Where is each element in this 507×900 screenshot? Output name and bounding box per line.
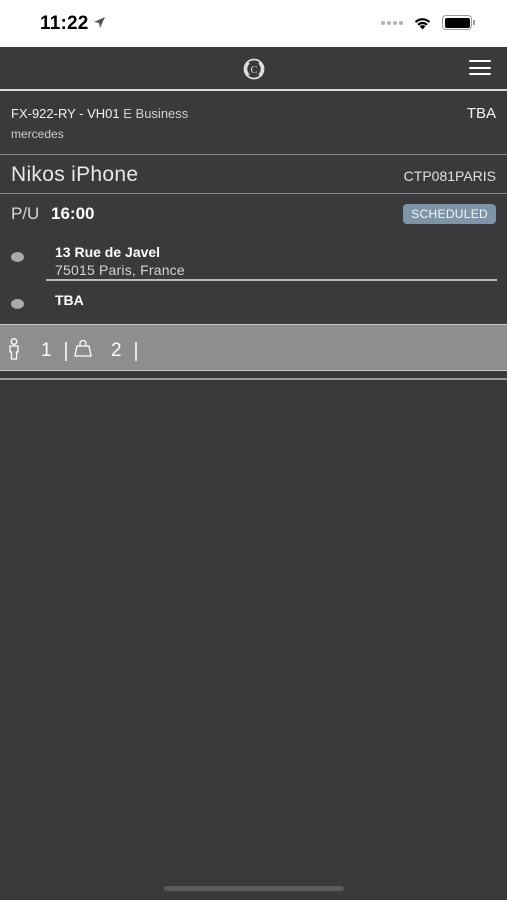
home-indicator[interactable] [164, 886, 344, 891]
pickup-row: P/U 16:00 SCHEDULED [0, 197, 507, 233]
stop-dot-icon [11, 299, 24, 309]
stop-subtitle: 75015 Paris, France [55, 262, 185, 278]
status-time: 11:22 [40, 13, 89, 34]
luggage-bar: 1 2 [0, 324, 507, 371]
bag-icon [74, 340, 92, 357]
signal-dots-icon [381, 20, 403, 25]
stop-title: 13 Rue de Javel [55, 244, 161, 260]
stop-title: TBA [55, 292, 84, 308]
stop-dot-icon [11, 252, 24, 262]
vehicle-class: E Business [123, 106, 189, 121]
pickup-time: 16:00 [51, 204, 95, 223]
vehicle-make: mercedes [11, 127, 64, 141]
wifi-icon [414, 17, 431, 29]
vehicle-status: TBA [466, 105, 496, 122]
passenger-icon [9, 338, 19, 360]
location-arrow-icon [94, 17, 105, 28]
passenger-count: 1 [41, 340, 52, 361]
menu-icon [469, 60, 491, 62]
bag-count: 2 [111, 340, 122, 361]
pickup-label: P/U [11, 204, 40, 223]
divider [0, 378, 507, 380]
passenger-name: Nikos iPhone [11, 163, 139, 186]
status-badge: SCHEDULED [403, 204, 496, 224]
status-icons [381, 15, 475, 30]
passenger-row[interactable]: Nikos iPhone CTP081PARIS [0, 157, 507, 194]
nav-bar: C [0, 47, 507, 91]
menu-button[interactable] [469, 60, 491, 78]
divider [46, 279, 497, 281]
pickup-address[interactable]: 13 Rue de Javel 75015 Paris, France [0, 238, 507, 282]
divider [65, 342, 67, 361]
vehicle-id: FX-922-RY - VH01 E Business [11, 106, 188, 121]
vehicle-plate: FX-922-RY - VH01 [11, 106, 120, 121]
vehicle-row: FX-922-RY - VH01 E Business mercedes TBA [0, 93, 507, 155]
svg-text:C: C [251, 65, 258, 76]
divider [135, 342, 137, 361]
booking-ref: CTP081PARIS [403, 168, 496, 184]
status-bar: 11:22 [0, 0, 507, 47]
dropoff-address[interactable]: TBA [0, 287, 507, 317]
logo-icon: C [243, 58, 265, 80]
battery-icon [442, 15, 475, 30]
